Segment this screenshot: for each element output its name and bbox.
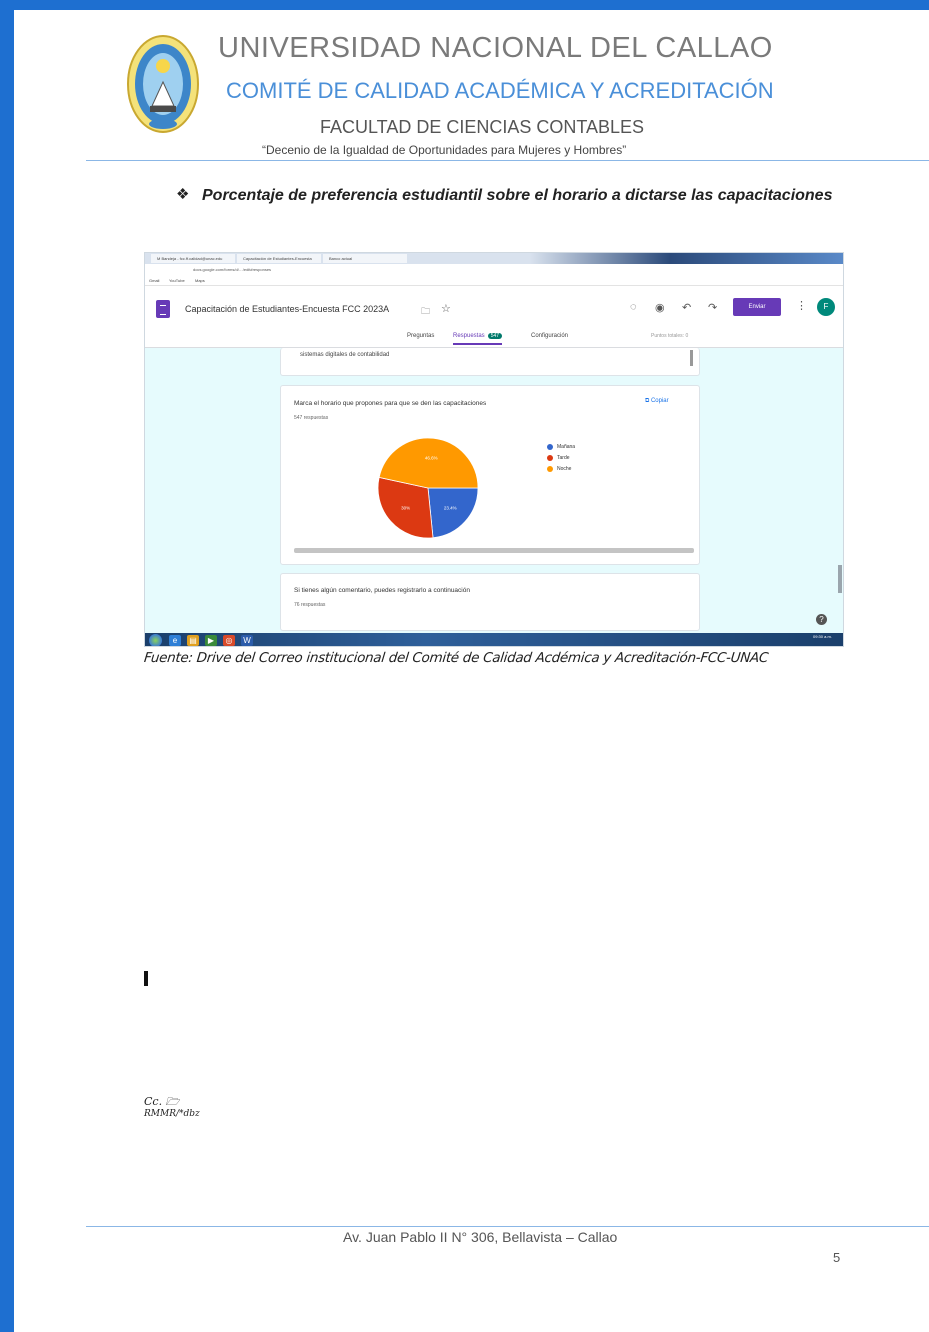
header-rule: [86, 160, 929, 161]
decenio-motto: “Decenio de la Igualdad de Oportunidades…: [262, 143, 627, 157]
legend-label: Mañana: [557, 443, 576, 450]
legend-swatch: [547, 454, 553, 461]
send-button: Enviar: [733, 298, 781, 316]
copy-button: ⧉ Copiar: [645, 398, 669, 405]
question-card: Marca el horario que propones para que s…: [280, 385, 700, 565]
bookmark-item: Gmail: [149, 278, 160, 283]
browser-tab: M Bandeja - fcc.ff.calidad@unac.edu: [151, 254, 235, 263]
faculty-name: FACULTAD DE CIENCIAS CONTABLES: [320, 117, 645, 137]
pie-slice-noche: [378, 437, 479, 489]
university-seal-logo: [127, 35, 199, 133]
responses-count-badge: 547: [487, 333, 503, 339]
preview-eye-icon: ◉: [655, 302, 665, 314]
google-forms-icon: [156, 300, 170, 318]
legend-swatch: [547, 443, 553, 450]
browser-tab: Banco actual: [323, 254, 407, 263]
bookmark-item: YouTube: [169, 278, 185, 283]
page-number: 5: [833, 1250, 841, 1265]
explorer-icon: ▤: [187, 635, 199, 646]
copy-icon: ⧉: [645, 398, 650, 404]
tab-preguntas: Preguntas: [407, 333, 435, 339]
chart-legend: Mañana Tarde Noche: [547, 441, 575, 474]
browser-tab: Capacitación de Estudiantes-Encuesta: [237, 254, 321, 263]
legend-item: Noche: [547, 463, 575, 474]
browser-tab-bar: M Bandeja - fcc.ff.calidad@unac.edu Capa…: [145, 253, 843, 264]
section-heading-text: Porcentaje de preferencia estudiantil so…: [202, 187, 833, 204]
initials-block: Cc. 🗁 RMMR/*dbz: [144, 1096, 200, 1120]
star-icon: ☆: [441, 303, 451, 315]
comment-question-title: Si tienes algún comentario, puedes regis…: [294, 587, 470, 594]
comment-response-count: 76 respuestas: [294, 602, 326, 608]
copy-label: Copiar: [650, 398, 669, 404]
pie-chart: 23.4% 30% 46.6%: [377, 437, 479, 539]
pie-slice-manana: [427, 487, 479, 539]
pie-slice-label: 46.6%: [425, 456, 438, 461]
initials-line-2: RMMR/*dbz: [144, 1109, 200, 1119]
bookmark-item: Maps: [195, 278, 205, 283]
legend-label: Tarde: [557, 454, 570, 461]
legend-swatch: [547, 465, 553, 472]
tab-configuracion: Configuración: [531, 333, 569, 339]
palette-icon: ◌: [630, 301, 637, 313]
question-title: Marca el horario que propones para que s…: [294, 400, 487, 407]
page-border-top: [0, 0, 929, 10]
avatar: F: [817, 298, 835, 316]
university-name: UNIVERSIDAD NACIONAL DEL CALLAO: [218, 32, 773, 64]
legend-item: Tarde: [547, 452, 575, 463]
form-title: Capacitación de Estudiantes-Encuesta FCC…: [185, 304, 390, 314]
vertical-scrollbar: [838, 565, 842, 593]
windows-taskbar: e ▤ ▶ ◎ W 09:30 a.m.: [145, 633, 843, 646]
footer-rule: [86, 1226, 929, 1227]
word-icon: W: [241, 635, 253, 646]
forms-screenshot: M Bandeja - fcc.ff.calidad@unac.edu Capa…: [144, 252, 844, 647]
forms-header: Capacitación de Estudiantes-Encuesta FCC…: [145, 286, 843, 348]
start-button-icon: [149, 634, 162, 646]
media-icon: ▶: [205, 635, 217, 646]
ie-icon: e: [169, 635, 181, 646]
folder-icon: 🗀: [421, 306, 431, 316]
section-heading: ❖ Porcentaje de preferencia estudiantil …: [176, 184, 844, 207]
footer-address: Av. Juan Pablo II N° 306, Bellavista – C…: [343, 1229, 618, 1245]
comment-question-card: Si tienes algún comentario, puedes regis…: [280, 573, 700, 631]
taskbar-clock: 09:30 a.m.: [813, 634, 832, 639]
source-caption: Fuente: Drive del Correo institucional d…: [143, 650, 769, 666]
url-text: docs.google.com/forms/d/…/edit#responses: [193, 267, 272, 272]
committee-name: COMITÉ DE CALIDAD ACADÉMICA Y ACREDITACI…: [226, 78, 774, 103]
page-border-left: [0, 0, 14, 1332]
tab-respuestas: Respuestas 547: [453, 333, 503, 345]
response-count: 547 respuestas: [294, 415, 329, 421]
horizontal-scrollbar: [294, 548, 694, 553]
initials-line-1: Cc. 🗁: [144, 1095, 180, 1108]
bookmarks-bar: Gmail YouTube Maps: [145, 276, 843, 286]
browser-url-bar: docs.google.com/forms/d/…/edit#responses: [145, 264, 843, 276]
more-vert-icon: ⋮: [796, 300, 807, 312]
total-points: Puntos totales: 0: [651, 333, 689, 339]
undo-icon: ↶: [682, 302, 692, 314]
help-icon: ?: [816, 614, 827, 625]
card-scrollbar: [690, 350, 693, 366]
redo-icon: ↷: [708, 302, 718, 314]
legend-label: Noche: [557, 465, 572, 472]
chrome-icon: ◎: [223, 635, 235, 646]
pie-slice-label: 30%: [401, 505, 410, 510]
previous-response-text: sistemas digitales de contabilidad: [300, 352, 390, 358]
previous-response-card: sistemas digitales de contabilidad: [280, 348, 700, 376]
diamond-bullet-icon: ❖: [176, 186, 190, 203]
tab-respuestas-label: Respuestas: [453, 333, 485, 339]
text-cursor-mark: [144, 971, 148, 986]
legend-item: Mañana: [547, 441, 575, 452]
pie-slice-label: 23.4%: [444, 506, 457, 511]
